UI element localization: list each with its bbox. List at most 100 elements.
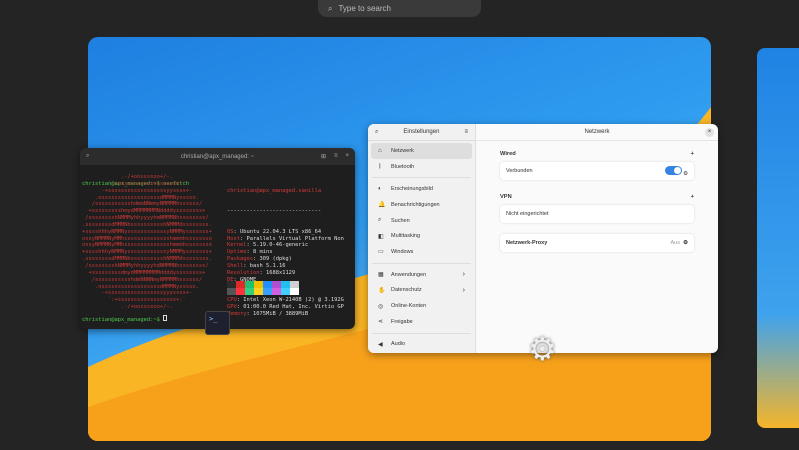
info-value: Intel Xeon W-2140B (2) @ 3.192G <box>243 297 344 304</box>
sidebar-item-freigabe[interactable]: ⋖ Freigabe <box>371 314 472 330</box>
divider <box>372 332 471 334</box>
ascii-line: .ssssssssdMMMNhsssssssssshNMMMdssssssss. <box>82 221 212 228</box>
privacy-icon: ✋ <box>378 287 386 294</box>
wired-toggle[interactable] <box>664 165 682 175</box>
info-value: 8 mins <box>252 249 273 256</box>
info-line: Resolution: 1688x1129 <box>227 269 296 276</box>
color-swatch <box>290 281 299 288</box>
settings-app-gear-icon[interactable]: ⚙ <box>528 330 557 368</box>
sidebar-item-label: Multitasking <box>391 233 421 240</box>
info-value: 309 (dpkg) <box>259 256 292 263</box>
divider <box>372 177 471 179</box>
info-line: Packages: 309 (dpkg) <box>227 256 292 263</box>
color-swatch <box>245 281 254 288</box>
search-icon[interactable]: ⌕ <box>375 129 378 136</box>
sidebar-item-erscheinungsbild[interactable]: ◐ Erscheinungsbild <box>371 181 472 197</box>
wired-heading: Wired <box>500 151 516 157</box>
sidebar-item-anwendungen[interactable]: ▦ Anwendungen › <box>371 267 472 283</box>
ascii-line: ossyNMMMNyMMhsssssssssssssshmmmhssssssso <box>82 235 212 242</box>
sidebar-item-bluetooth[interactable]: ᛒ Bluetooth <box>371 159 472 175</box>
prompt: christian@apx_managed:~$ <box>82 317 164 323</box>
search-icon: ⌕ <box>328 3 333 13</box>
wired-settings-gear-icon[interactable]: ⚙ <box>683 171 688 177</box>
page-title: Netzwerk <box>584 129 610 135</box>
proxy-label: Netzwerk-Proxy <box>506 240 548 246</box>
info-key: Packages <box>227 256 253 263</box>
apps-icon: ▦ <box>378 272 384 279</box>
search-icon[interactable]: ⌕ <box>86 153 89 160</box>
sidebar-item-netzwerk[interactable]: ⌂ Netzwerk <box>371 143 472 159</box>
sidebar-item-windows[interactable]: ▭ Windows <box>371 244 472 260</box>
sidebar-item-label: Online-Konten <box>391 303 427 310</box>
color-swatch <box>290 288 299 295</box>
sidebar-item-label: Anwendungen <box>391 271 427 278</box>
color-swatch <box>236 281 245 288</box>
ascii-line: `:+ssssssssssssssssss+:` <box>82 297 186 304</box>
sidebar-item-label: Windows <box>391 248 414 255</box>
next-workspace-thumbnail[interactable] <box>757 48 799 428</box>
cursor <box>163 315 168 321</box>
ascii-line: `:+ssssssssssssssssss+:` <box>82 180 186 187</box>
audio-icon: ◀ <box>378 341 383 348</box>
ascii-line: -+ssssssssssssssssssyyssss+- <box>82 187 193 194</box>
info-value: Parallels Virtual Platform Non <box>246 235 344 242</box>
info-line: Shell: bash 5.1.16 <box>227 262 286 269</box>
settings-window[interactable]: ⌕ Einstellungen ≡ ⌂ Netzwerk ᛒ Bluetooth ◐ Ersc… <box>368 124 718 353</box>
ascii-line: /ssssssssssshdmmNNmmyNMMMMhssssss/ <box>82 201 203 208</box>
divider <box>372 262 471 264</box>
color-swatch <box>254 281 263 288</box>
sidebar-item-energie[interactable]: ⏻Energie <box>371 352 472 353</box>
sidebar-item-label: Netzwerk <box>391 147 414 154</box>
sidebar-item-label: Audio <box>391 341 406 348</box>
color-swatch <box>227 281 236 288</box>
vpn-heading: VPN <box>500 194 512 200</box>
sidebar-item-label: Bluetooth <box>391 163 415 170</box>
bluetooth-icon: ᛒ <box>378 163 382 170</box>
sidebar-item-benachrichtigungen[interactable]: 🔔 Benachrichtigungen <box>371 197 472 213</box>
info-key: Resolution <box>227 269 260 276</box>
color-palette <box>227 281 299 295</box>
sidebar-item-multitasking[interactable]: ◧ Multitasking <box>371 228 472 244</box>
info-key: CPU <box>227 297 237 304</box>
sidebar-item-suchen[interactable]: ⌕ Suchen <box>371 213 472 229</box>
color-swatch <box>281 281 290 288</box>
close-icon[interactable]: × <box>345 153 349 160</box>
system-info: christian@apx_managed.vanilla ----------… <box>227 187 344 317</box>
color-swatch <box>245 288 254 295</box>
sidebar-item-audio[interactable]: ◀ Audio <box>371 337 472 353</box>
color-swatch <box>281 288 290 295</box>
info-key: Uptime <box>227 249 247 256</box>
ascii-line: ossyNMMMNyMMhsssssssssssssshmmmhssssssso <box>82 242 212 249</box>
ascii-line: /sssssssshNMMMyhhyyyyhdNMMMNhssssssss/ <box>82 262 209 269</box>
search-icon: ⌕ <box>378 217 382 224</box>
proxy-row[interactable]: Netzwerk-Proxy Aus ⚙ <box>500 234 694 252</box>
menu-icon[interactable]: ≡ <box>464 129 468 135</box>
close-icon[interactable]: × <box>705 127 714 137</box>
sidebar-title: Einstellungen <box>403 129 440 135</box>
info-line: Uptime: 8 mins <box>227 249 273 256</box>
info-line: Kernel: 5.19.0-46-generic <box>227 242 309 249</box>
terminal-app-icon[interactable]: >_ <box>205 311 230 335</box>
search-input[interactable]: ⌕ Type to search <box>318 0 481 17</box>
info-line: OS: Ubuntu 22.04.3 LTS x86_64 <box>227 228 322 235</box>
color-swatch <box>263 288 272 295</box>
sidebar-item-datenschutz[interactable]: ✋ Datenschutz › <box>371 283 472 299</box>
ascii-line: /sssssssshNMMMyhhyyyyhmNMMMNhssssssss/ <box>82 215 209 222</box>
menu-icon[interactable]: ≡ <box>334 153 338 160</box>
color-swatch <box>254 288 263 295</box>
terminal-window[interactable]: ⌕ christian@apx_managed: ~ ⊞ ≡ × christian@a… <box>80 148 355 329</box>
add-wired-icon[interactable]: + <box>691 151 694 157</box>
add-vpn-icon[interactable]: + <box>691 194 694 200</box>
ascii-logo: .-/+oossssoo+/-. `:+ssssssssssssssssss+:… <box>82 174 212 311</box>
ascii-line: .-/+oossssoo+/-. <box>82 304 173 311</box>
chevron-right-icon: › <box>462 271 465 279</box>
info-key: OS <box>227 228 234 235</box>
ascii-line: /ssssssssssshdmNNNNmyNMMMMhssssss/ <box>82 276 203 283</box>
info-line: Host: Parallels Virtual Platform Non <box>227 235 344 242</box>
info-value: 1688x1129 <box>265 269 296 276</box>
info-line: CPU: Intel Xeon W-2140B (2) @ 3.192G <box>227 297 344 304</box>
sidebar-item-online-konten[interactable]: ◎ Online-Konten <box>371 298 472 314</box>
new-tab-icon[interactable]: ⊞ <box>321 153 326 160</box>
proxy-settings-gear-icon[interactable]: ⚙ <box>683 240 688 246</box>
bell-icon: 🔔 <box>378 202 386 209</box>
